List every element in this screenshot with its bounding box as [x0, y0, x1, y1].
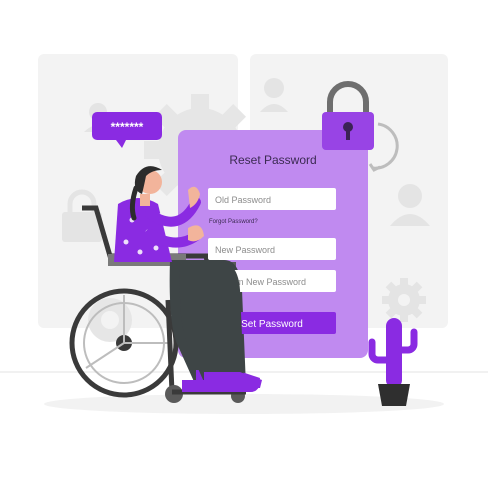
- new-password-placeholder: New Password: [215, 245, 275, 255]
- masked-password-text: *******: [111, 120, 144, 134]
- set-password-label: Set Password: [241, 319, 303, 330]
- forgot-password-link[interactable]: Forgot Password?: [209, 219, 258, 225]
- cactus-icon: [368, 318, 418, 406]
- gear-icon: [382, 278, 426, 322]
- illustration-canvas: ******* Reset Password Old Password Forg…: [0, 54, 488, 414]
- old-password-placeholder: Old Password: [215, 195, 271, 205]
- illustration: ******* Reset Password Old Password Forg…: [0, 0, 488, 488]
- form-title: Reset Password: [229, 153, 316, 167]
